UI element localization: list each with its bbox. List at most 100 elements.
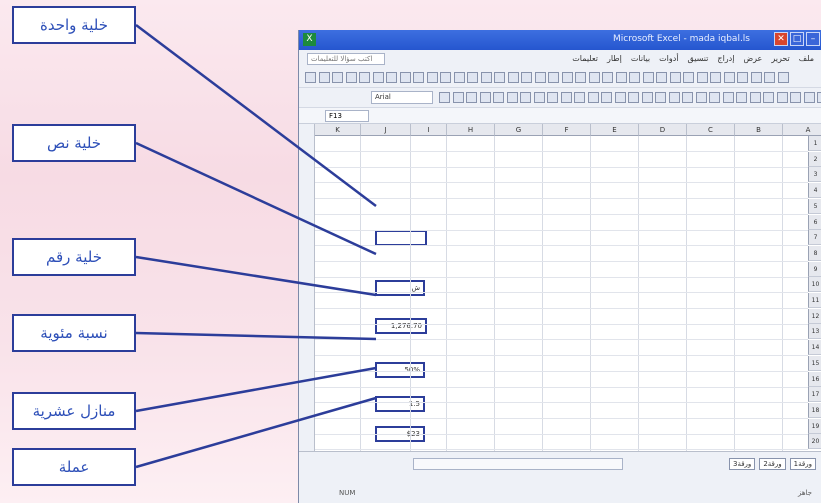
column-header[interactable]: K — [315, 124, 361, 136]
toolbar-button-icon[interactable] — [466, 92, 477, 103]
minimize-icon[interactable]: – — [806, 32, 820, 46]
column-header[interactable]: H — [447, 124, 495, 136]
menu-item[interactable]: عرض — [743, 54, 762, 63]
toolbar-button-icon[interactable] — [629, 72, 640, 83]
toolbar-button-icon[interactable] — [386, 72, 397, 83]
column-header[interactable]: G — [495, 124, 543, 136]
single-cell[interactable] — [375, 230, 427, 246]
toolbar-button-icon[interactable] — [695, 92, 707, 103]
toolbar-button-icon[interactable] — [452, 92, 464, 103]
menu-item[interactable]: أدوات — [659, 54, 678, 63]
row-header[interactable]: 3 — [808, 167, 821, 183]
decimal-cell[interactable]: 1.5 — [375, 396, 425, 412]
toolbar-button-icon[interactable] — [359, 72, 370, 83]
toolbar-button-icon[interactable] — [723, 72, 735, 83]
row-header[interactable]: 15 — [808, 355, 821, 371]
horizontal-scrollbar[interactable] — [413, 458, 623, 470]
toolbar-button-icon[interactable] — [372, 72, 384, 83]
menu-item[interactable]: تعليمات — [572, 54, 598, 63]
toolbar-button-icon[interactable] — [560, 92, 572, 103]
toolbar-button-icon[interactable] — [682, 92, 693, 103]
row-header[interactable]: 19 — [808, 418, 821, 434]
column-header[interactable]: I — [411, 124, 447, 136]
font-name-select[interactable]: Arial — [371, 91, 433, 104]
toolbar-button-icon[interactable] — [696, 72, 708, 83]
toolbar-button-icon[interactable] — [318, 72, 330, 83]
column-header[interactable]: D — [639, 124, 687, 136]
row-header[interactable]: 16 — [808, 371, 821, 387]
toolbar-button-icon[interactable] — [655, 92, 666, 103]
column-header[interactable]: J — [361, 124, 411, 136]
toolbar-button-icon[interactable] — [506, 92, 518, 103]
toolbar-button-icon[interactable] — [332, 72, 343, 83]
toolbar-button-icon[interactable] — [602, 72, 613, 83]
toolbar-button-icon[interactable] — [764, 72, 775, 83]
toolbar-button-icon[interactable] — [548, 72, 559, 83]
menu-item[interactable]: بيانات — [631, 54, 650, 63]
row-header[interactable]: 9 — [808, 261, 821, 277]
column-header[interactable]: A — [783, 124, 821, 136]
name-box[interactable]: F13 — [325, 110, 369, 122]
toolbar-button-icon[interactable] — [467, 72, 478, 83]
toolbar-button-icon[interactable] — [507, 72, 519, 83]
toolbar-button-icon[interactable] — [736, 92, 747, 103]
toolbar-button-icon[interactable] — [521, 72, 532, 83]
toolbar-button-icon[interactable] — [588, 72, 600, 83]
toolbar-button-icon[interactable] — [534, 72, 546, 83]
toolbar-button-icon[interactable] — [439, 92, 450, 103]
column-header[interactable]: F — [543, 124, 591, 136]
column-header[interactable]: E — [591, 124, 639, 136]
toolbar-button-icon[interactable] — [709, 92, 720, 103]
toolbar-button-icon[interactable] — [790, 92, 801, 103]
toolbar-button-icon[interactable] — [817, 92, 821, 103]
toolbar-button-icon[interactable] — [803, 92, 815, 103]
toolbar-button-icon[interactable] — [737, 72, 748, 83]
toolbar-button-icon[interactable] — [683, 72, 694, 83]
row-header[interactable]: 8 — [808, 245, 821, 261]
toolbar-button-icon[interactable] — [669, 72, 681, 83]
toolbar-button-icon[interactable] — [345, 72, 357, 83]
toolbar-button-icon[interactable] — [494, 72, 505, 83]
row-header[interactable]: 12 — [808, 308, 821, 324]
text-cell[interactable]: ش — [375, 280, 425, 296]
sheet-tab[interactable]: ورقة2 — [759, 458, 786, 470]
row-header[interactable]: 11 — [808, 293, 821, 308]
toolbar-button-icon[interactable] — [561, 72, 573, 83]
row-header[interactable]: 20 — [808, 434, 821, 450]
toolbar-button-icon[interactable] — [574, 92, 585, 103]
toolbar-button-icon[interactable] — [656, 72, 667, 83]
toolbar-button-icon[interactable] — [547, 92, 558, 103]
toolbar-button-icon[interactable] — [641, 92, 653, 103]
toolbar-button-icon[interactable] — [777, 72, 789, 83]
toolbar-button-icon[interactable] — [305, 72, 316, 83]
toolbar-button-icon[interactable] — [710, 72, 721, 83]
row-header[interactable]: 1 — [808, 136, 821, 151]
sheet-tab[interactable]: ورقة3 — [728, 458, 756, 470]
toolbar-button-icon[interactable] — [520, 92, 531, 103]
toolbar-button-icon[interactable] — [749, 92, 761, 103]
toolbar-button-icon[interactable] — [615, 72, 627, 83]
help-search-input[interactable]: اكتب سؤالا للتعليمات — [307, 53, 385, 65]
toolbar-button-icon[interactable] — [668, 92, 680, 103]
row-header[interactable]: 10 — [808, 277, 821, 293]
toolbar-button-icon[interactable] — [453, 72, 465, 83]
toolbar-button-icon[interactable] — [575, 72, 586, 83]
sheet-tab[interactable]: ورقة1 — [789, 458, 816, 470]
toolbar-button-icon[interactable] — [413, 72, 424, 83]
row-header[interactable]: 7 — [808, 230, 821, 246]
toolbar-button-icon[interactable] — [440, 72, 451, 83]
toolbar-button-icon[interactable] — [399, 72, 411, 83]
row-header[interactable]: 17 — [808, 387, 821, 403]
row-header[interactable]: 13 — [808, 324, 821, 340]
number-cell[interactable]: 1,276.70 — [375, 318, 427, 334]
toolbar-button-icon[interactable] — [763, 92, 774, 103]
toolbar-button-icon[interactable] — [426, 72, 438, 83]
toolbar-button-icon[interactable] — [533, 92, 545, 103]
toolbar-button-icon[interactable] — [480, 72, 492, 83]
toolbar-button-icon[interactable] — [628, 92, 639, 103]
row-header[interactable]: 2 — [808, 151, 821, 167]
toolbar-button-icon[interactable] — [493, 92, 504, 103]
column-header[interactable]: B — [735, 124, 783, 136]
toolbar-button-icon[interactable] — [642, 72, 654, 83]
menu-item[interactable]: إطار — [607, 54, 622, 63]
